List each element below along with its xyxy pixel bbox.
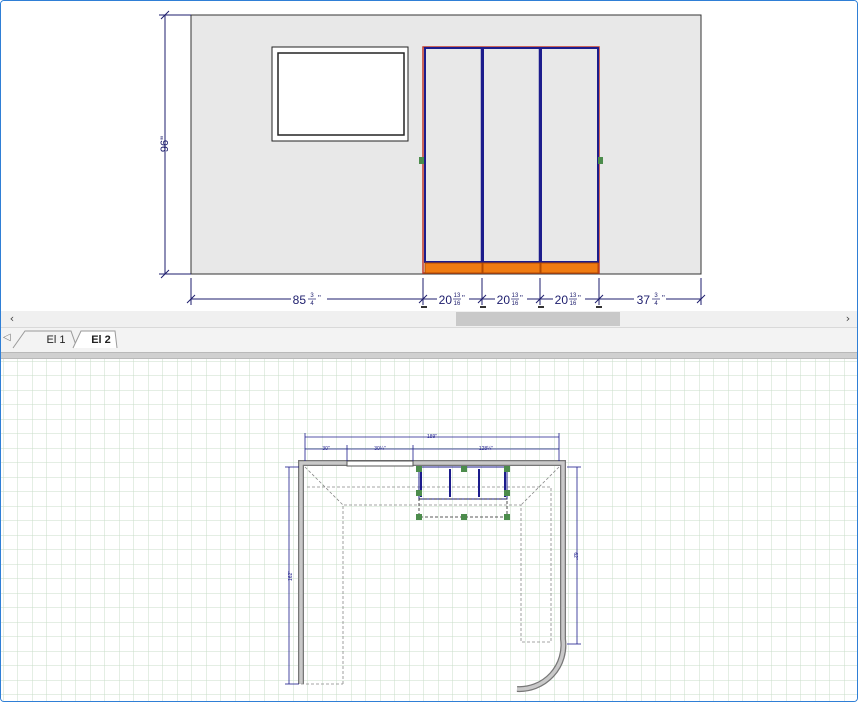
svg-text:": " (662, 294, 665, 303)
elevation-view[interactable]: 96" 85 3 4 " 20 13 16 " 20 13 16 " 20 13… (1, 1, 857, 311)
view-splitter[interactable] (1, 352, 857, 359)
svg-text:16: 16 (512, 301, 519, 307)
cabinet-3[interactable] (540, 47, 599, 263)
svg-text:": " (462, 294, 465, 303)
window[interactable] (271, 46, 409, 142)
view-tab-bar: ◁ El 1 El 2 (1, 327, 857, 352)
tab-el-1[interactable]: El 1 (41, 331, 71, 349)
scrollbar-thumb[interactable] (456, 312, 620, 326)
plan-dim-right: 62" (572, 552, 578, 560)
svg-text:16: 16 (454, 301, 461, 307)
plan-dim-overall: 189" (427, 434, 437, 440)
resize-handle-left[interactable] (419, 157, 424, 164)
svg-text:37: 37 (637, 293, 651, 307)
toe-kick-1 (424, 262, 483, 274)
svg-text:16: 16 (570, 301, 577, 307)
svg-text:": " (578, 294, 581, 303)
svg-text:13: 13 (570, 293, 577, 299)
resize-handle-right[interactable] (598, 157, 603, 164)
app-window: 96" 85 3 4 " 20 13 16 " 20 13 16 " 20 13… (0, 0, 858, 702)
cabinet-2[interactable] (482, 47, 541, 263)
plan-view[interactable]: 189" 30" 30¼" 128¼" 162" 62" (1, 359, 857, 701)
plan-canvas: 189" 30" 30¼" 128¼" 162" 62" (1, 359, 857, 701)
grid-background (1, 359, 857, 701)
svg-text:13: 13 (512, 293, 519, 299)
scroll-left-icon[interactable]: ‹ (5, 311, 19, 327)
toe-kick-2 (482, 262, 541, 274)
svg-text:": " (318, 294, 321, 303)
toe-kick-3 (540, 262, 599, 274)
svg-text:13: 13 (454, 293, 461, 299)
plan-dim-seg3: 128¼" (479, 446, 494, 452)
plan-dim-left: 162" (288, 571, 294, 581)
svg-text:85: 85 (293, 293, 307, 307)
elevation-canvas: 96" 85 3 4 " 20 13 16 " 20 13 16 " 20 13… (159, 10, 706, 308)
plan-window[interactable] (346, 460, 414, 467)
tab-el-2[interactable]: El 2 (85, 331, 117, 349)
tab-shapes (12, 330, 118, 349)
tall-cabinets[interactable] (419, 46, 603, 274)
svg-text:20: 20 (555, 293, 569, 307)
plan-dim-seg1: 30" (322, 446, 330, 452)
tab-scroll-left-icon[interactable]: ◁ (3, 332, 11, 343)
svg-text:": " (520, 294, 523, 303)
svg-text:20: 20 (439, 293, 453, 307)
height-dimension-label: 96" (159, 136, 171, 152)
cabinet-1[interactable] (424, 47, 483, 263)
horizontal-scrollbar[interactable]: ‹ › (1, 311, 857, 327)
scroll-right-icon[interactable]: › (841, 311, 855, 327)
svg-text:20: 20 (497, 293, 511, 307)
plan-dim-seg2: 30¼" (374, 446, 386, 452)
